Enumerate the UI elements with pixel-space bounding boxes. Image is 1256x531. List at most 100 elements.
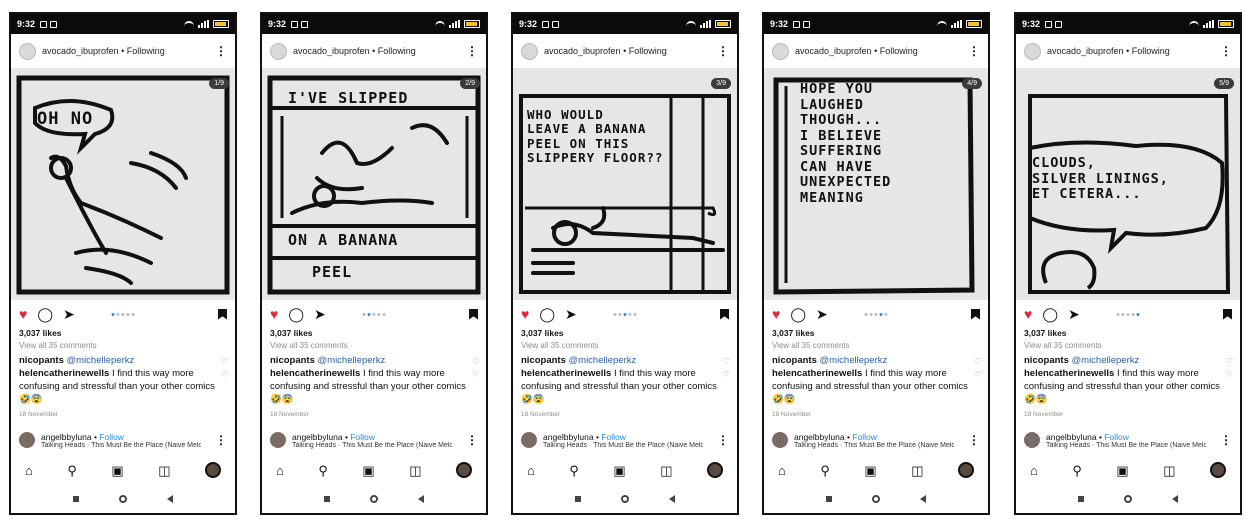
music-user-avatar[interactable] [772,432,788,448]
comment-mention[interactable]: @michelleperkz [820,355,888,366]
comment-like-icon[interactable]: ♡ [974,368,981,381]
comment-like-icon[interactable]: ♡ [472,368,479,381]
post-image[interactable]: OH NO 1/9 [11,68,235,300]
heart-icon[interactable]: ♥ [270,307,278,321]
comment-icon[interactable]: ◯ [288,307,304,321]
post-image[interactable]: WHO WOULD LEAVE A BANANA PEEL ON THIS SL… [513,68,737,300]
post-image[interactable]: CLOUDS, SILVER LININGS, ET CETERA... 5/9 [1016,68,1240,300]
music-bar[interactable]: angelbbyluna • Follow Talking Heads · Th… [513,426,737,454]
comment-user[interactable]: helencatherinewells [19,368,109,379]
more-options-icon[interactable]: ⋮ [717,45,729,57]
likes-count[interactable]: 3,037 likes [764,328,988,341]
more-options-icon[interactable]: ⋮ [466,434,478,446]
likes-count[interactable]: 3,037 likes [11,328,235,341]
more-options-icon[interactable]: ⋮ [968,45,980,57]
more-options-icon[interactable]: ⋮ [215,434,227,446]
comment-user[interactable]: nicopants [19,355,64,366]
music-user[interactable]: angelbbyluna [543,432,594,442]
recents-button[interactable] [1078,496,1084,502]
comment-user[interactable]: helencatherinewells [521,368,611,379]
home-button[interactable] [872,495,880,503]
follow-button[interactable]: Follow [99,432,124,442]
music-user-avatar[interactable] [1024,432,1040,448]
home-button[interactable] [1124,495,1132,503]
likes-count[interactable]: 3,037 likes [513,328,737,341]
shop-icon[interactable]: ◫ [409,464,421,477]
music-bar[interactable]: angelbbyluna • Follow Talking Heads · Th… [764,426,988,454]
home-icon[interactable]: ⌂ [25,464,33,477]
recents-button[interactable] [826,496,832,502]
more-options-icon[interactable]: ⋮ [717,434,729,446]
heart-icon[interactable]: ♥ [19,307,27,321]
music-bar[interactable]: angelbbyluna • Follow Talking Heads · Th… [11,426,235,454]
reels-icon[interactable]: ▣ [362,464,374,477]
music-user[interactable]: angelbbyluna [1046,432,1097,442]
comment-icon[interactable]: ◯ [790,307,806,321]
comment-like-icon[interactable]: ♡ [221,368,228,381]
music-bar[interactable]: angelbbyluna • Follow Talking Heads · Th… [262,426,486,454]
profile-avatar[interactable] [706,462,723,478]
search-icon[interactable]: ⚲ [67,464,77,477]
home-icon[interactable]: ⌂ [276,464,284,477]
back-button[interactable] [167,495,173,503]
likes-count[interactable]: 3,037 likes [262,328,486,341]
send-icon[interactable]: ➤ [63,307,75,321]
back-button[interactable] [669,495,675,503]
home-button[interactable] [119,495,127,503]
send-icon[interactable]: ➤ [565,307,577,321]
comment-mention[interactable]: @michelleperkz [569,355,637,366]
bookmark-icon[interactable] [218,308,227,320]
comment-mention[interactable]: @michelleperkz [1072,355,1140,366]
more-options-icon[interactable]: ⋮ [1220,434,1232,446]
search-icon[interactable]: ⚲ [569,464,579,477]
account-avatar[interactable] [270,42,287,60]
follow-button[interactable]: Follow [350,432,375,442]
post-image[interactable]: I'VE SLIPPED ON A BANANA PEEL 2/9 [262,68,486,300]
home-icon[interactable]: ⌂ [778,464,786,477]
more-options-icon[interactable]: ⋮ [968,434,980,446]
home-button[interactable] [621,495,629,503]
send-icon[interactable]: ➤ [1068,307,1080,321]
back-button[interactable] [920,495,926,503]
comment-user[interactable]: helencatherinewells [270,368,360,379]
recents-button[interactable] [575,496,581,502]
heart-icon[interactable]: ♥ [772,307,780,321]
comment-user[interactable]: nicopants [1024,355,1069,366]
reels-icon[interactable]: ▣ [111,464,123,477]
more-options-icon[interactable]: ⋮ [1220,45,1232,57]
follow-button[interactable]: Follow [1104,432,1129,442]
comment-like-icon[interactable]: ♡ [723,368,730,381]
back-button[interactable] [1172,495,1178,503]
heart-icon[interactable]: ♥ [1024,307,1032,321]
profile-avatar[interactable] [1209,462,1226,478]
view-all-comments[interactable]: View all 35 comments [513,341,737,354]
back-button[interactable] [418,495,424,503]
account-avatar[interactable] [772,42,789,60]
comment-icon[interactable]: ◯ [539,307,555,321]
comment-icon[interactable]: ◯ [1042,307,1058,321]
bookmark-icon[interactable] [1223,308,1232,320]
account-handle[interactable]: avocado_ibuprofen • Following [42,46,165,56]
profile-avatar[interactable] [957,462,974,478]
shop-icon[interactable]: ◫ [1163,464,1175,477]
music-user[interactable]: angelbbyluna [292,432,343,442]
profile-avatar[interactable] [455,462,472,478]
comment-user[interactable]: helencatherinewells [1024,368,1114,379]
comment-mention[interactable]: @michelleperkz [318,355,386,366]
more-options-icon[interactable]: ⋮ [466,45,478,57]
shop-icon[interactable]: ◫ [158,464,170,477]
music-user[interactable]: angelbbyluna [41,432,92,442]
more-options-icon[interactable]: ⋮ [215,45,227,57]
likes-count[interactable]: 3,037 likes [1016,328,1240,341]
account-handle[interactable]: avocado_ibuprofen • Following [1047,46,1170,56]
send-icon[interactable]: ➤ [816,307,828,321]
account-handle[interactable]: avocado_ibuprofen • Following [795,46,918,56]
music-user[interactable]: angelbbyluna [794,432,845,442]
post-image[interactable]: HOPE YOU LAUGHED THOUGH... I BELIEVE SUF… [764,68,988,300]
home-icon[interactable]: ⌂ [1030,464,1038,477]
comment-user[interactable]: helencatherinewells [772,368,862,379]
view-all-comments[interactable]: View all 35 comments [764,341,988,354]
profile-avatar[interactable] [204,462,221,478]
music-user-avatar[interactable] [19,432,35,448]
home-button[interactable] [370,495,378,503]
